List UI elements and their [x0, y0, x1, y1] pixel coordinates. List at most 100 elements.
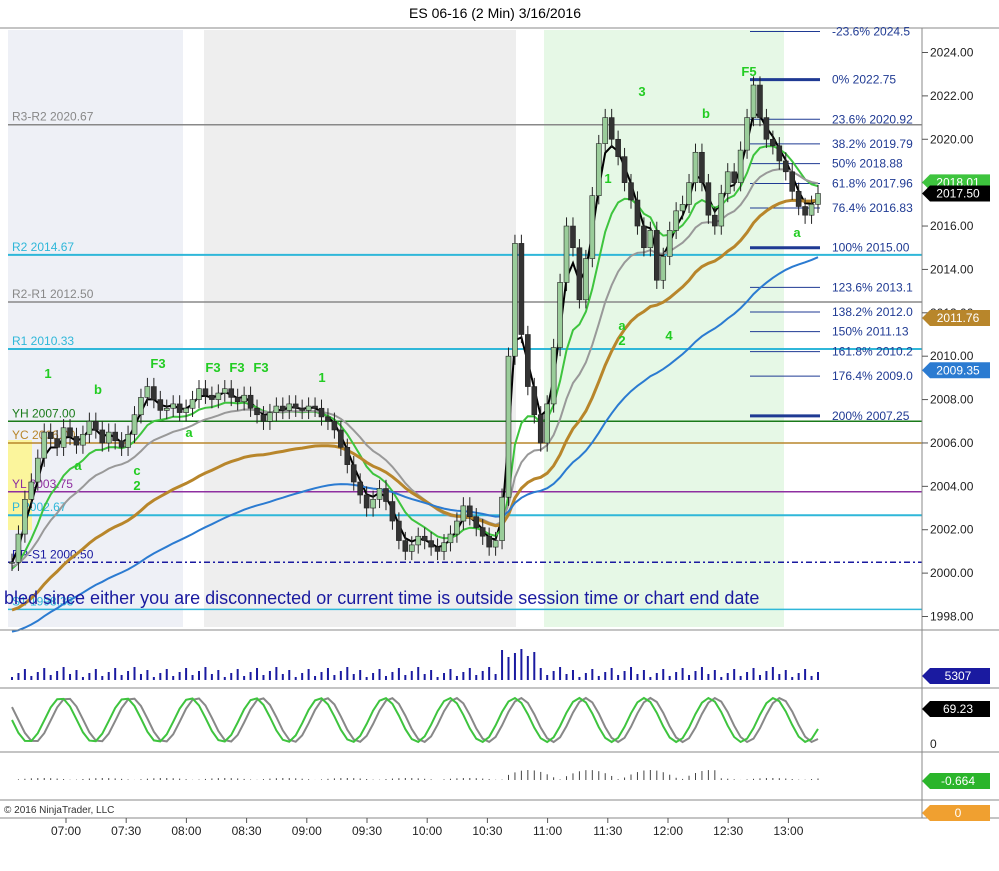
volume-bar [481, 671, 484, 680]
x-tick-label: 07:00 [51, 824, 81, 838]
candle-body [789, 171, 796, 192]
candle-body [370, 499, 376, 509]
wave-label: F3 [229, 360, 244, 375]
volume-bar [520, 649, 523, 680]
candle-body [22, 499, 28, 535]
volume-bar [675, 672, 678, 680]
x-tick-label: 10:30 [472, 824, 502, 838]
wave-label: a [74, 458, 82, 473]
candle-body [47, 431, 54, 439]
volume-bar [75, 670, 78, 680]
candle-body [344, 446, 351, 465]
wave-label: 1 [44, 366, 51, 381]
candle-body [357, 481, 363, 496]
candle-body [54, 438, 60, 448]
volume-bar [791, 677, 794, 680]
candle-body [563, 225, 570, 283]
candle-body [570, 225, 576, 249]
candle-body [576, 247, 583, 301]
volume-bar [288, 670, 291, 680]
volume-bar [256, 668, 259, 680]
wave-label: b [702, 106, 710, 121]
volume-bar [378, 669, 381, 680]
candle-body [737, 149, 744, 183]
candle-body [402, 540, 409, 552]
volume-bar [668, 676, 671, 680]
candle-body [189, 399, 196, 409]
candle-body [318, 407, 325, 418]
volume-bar [475, 675, 478, 680]
volume-bar [642, 670, 645, 680]
copyright: © 2016 NinjaTrader, LLC [4, 805, 114, 816]
candle-body [325, 416, 331, 422]
volume-bar [546, 675, 549, 680]
candle-body [808, 204, 815, 216]
volume-bar [49, 675, 52, 680]
fib-label: 161.8% 2010.2 [832, 345, 913, 359]
candle-body [724, 171, 731, 194]
candle-body [673, 210, 679, 231]
candle-body [331, 420, 338, 431]
candle-body [209, 394, 215, 400]
volume-bar [69, 674, 72, 680]
candle-body [731, 171, 737, 183]
pivot-label: YH 2007.00 [12, 406, 76, 420]
volume-bar [752, 668, 755, 680]
fib-label: 38.2% 2019.79 [832, 137, 913, 151]
candle-body [421, 535, 428, 541]
volume-bar [326, 668, 329, 680]
candle-body [621, 156, 628, 183]
candle-body [595, 143, 602, 196]
volume-bar [739, 676, 742, 680]
candle-body [80, 433, 86, 446]
volume-bar [681, 668, 684, 680]
volume-bar [817, 672, 819, 680]
volume-bar [217, 670, 220, 680]
volume-bar [127, 671, 130, 680]
volume-bar [191, 675, 194, 680]
volume-bar [249, 672, 252, 680]
volume-bar [513, 653, 516, 680]
candle-body [299, 407, 305, 411]
candle-body [518, 243, 525, 335]
candle-body [744, 117, 750, 151]
volume-bar [636, 674, 639, 680]
candle-body [112, 431, 118, 442]
candle-body [776, 145, 783, 162]
volume-bar [152, 677, 155, 680]
candle-body [73, 436, 80, 446]
y-tick-label: 2006.00 [930, 436, 974, 450]
volume-bar [56, 671, 59, 680]
volume-bar [223, 677, 226, 680]
volume-bar [443, 673, 446, 680]
stoch-badge: 69.23 [943, 702, 973, 716]
candle-body [280, 405, 286, 411]
volume-bar [107, 672, 110, 680]
volume-bar [539, 668, 542, 680]
candle-body [241, 394, 247, 403]
volume-bar [384, 676, 387, 680]
volume-bar [88, 673, 91, 680]
volume-bar [268, 671, 271, 680]
wave-label: F3 [253, 360, 268, 375]
pivot-label: R3-R2 2020.67 [12, 110, 94, 124]
chart-title: ES 06-16 (2 Min) 3/16/2016 [409, 5, 581, 21]
x-tick-label: 08:00 [171, 824, 201, 838]
candle-body [60, 427, 67, 448]
volume-bar [30, 676, 33, 680]
wave-label: a [618, 318, 626, 333]
volume-bar [352, 674, 355, 680]
fib-label: 100% 2015.00 [832, 241, 910, 255]
volume-bar [197, 671, 200, 680]
candle-body [666, 230, 673, 257]
x-tick-label: 10:00 [412, 824, 442, 838]
volume-bar [507, 657, 510, 680]
candle-body [699, 151, 705, 183]
volume-bar [584, 673, 587, 680]
candle-body [415, 535, 422, 546]
pivot-label: R2-R1 2012.50 [12, 287, 94, 301]
volume-bar [746, 672, 749, 680]
x-tick-label: 07:30 [111, 824, 141, 838]
volume-bar [146, 670, 149, 680]
x-tick-label: 09:00 [292, 824, 322, 838]
